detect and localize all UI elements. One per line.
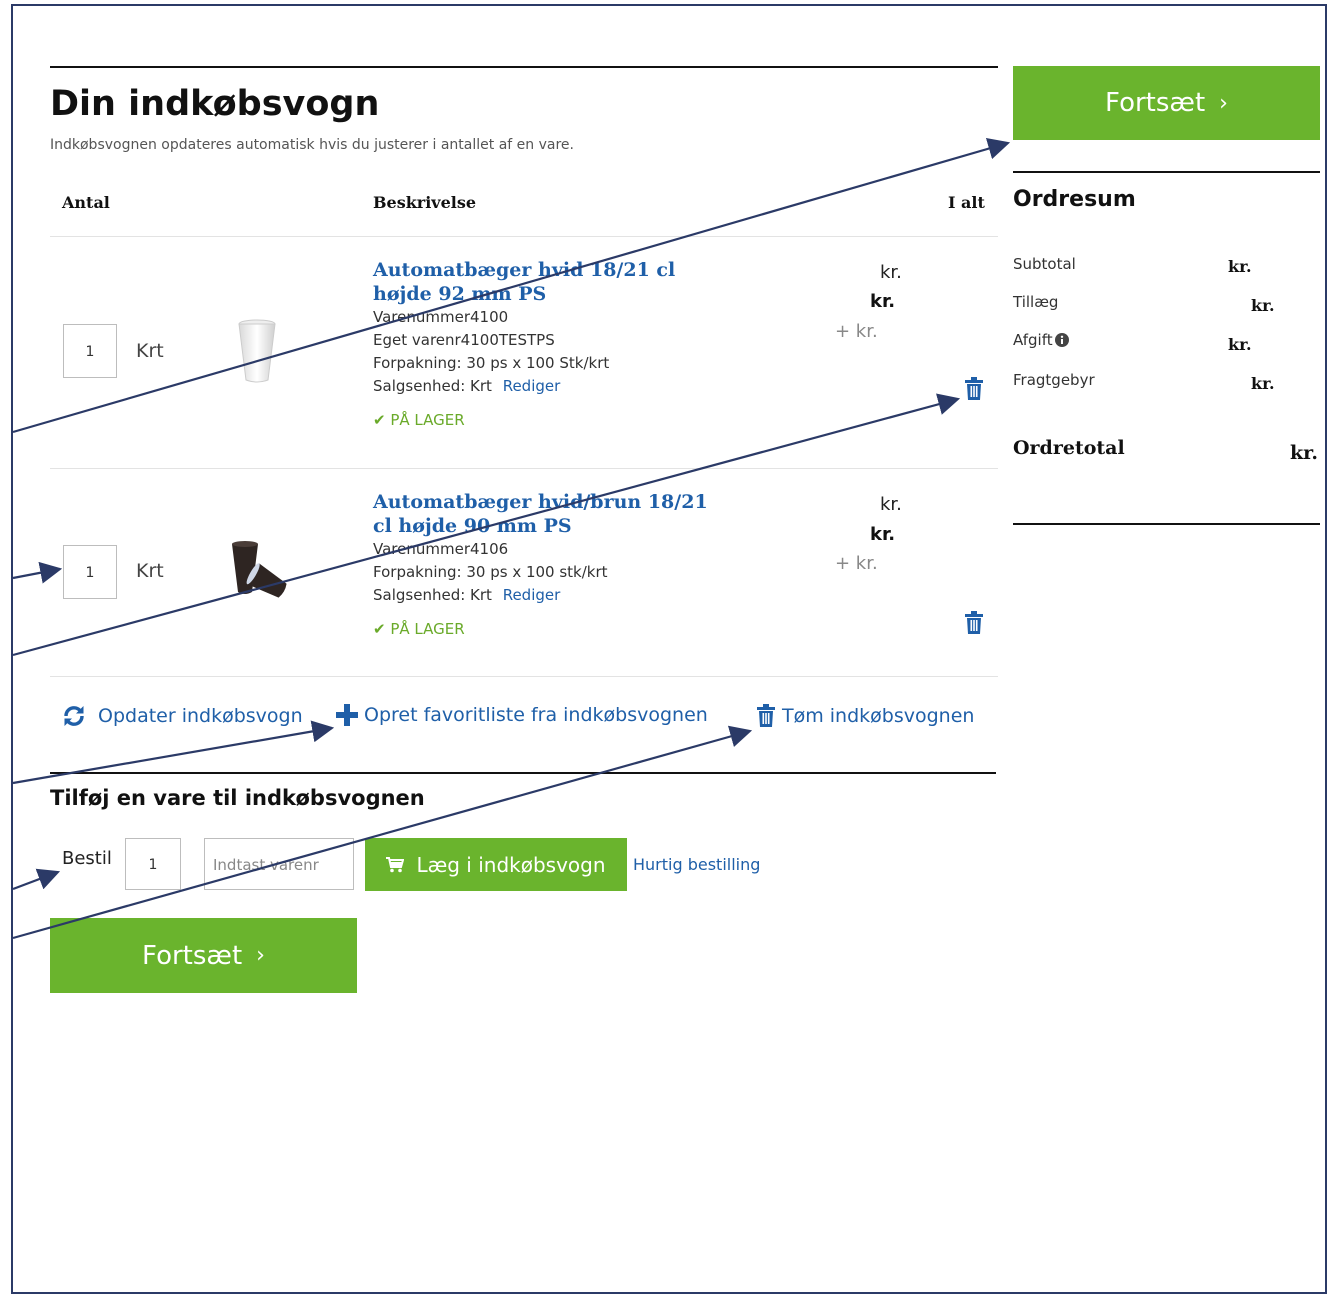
arrow-order <box>12 868 61 891</box>
arrow-favorite <box>12 720 335 785</box>
annotation-arrows <box>12 137 1011 940</box>
arrow-trash <box>12 393 961 657</box>
arrow-quantity <box>12 561 63 584</box>
arrow-continue <box>12 137 1011 434</box>
arrow-empty-cart <box>12 725 753 940</box>
